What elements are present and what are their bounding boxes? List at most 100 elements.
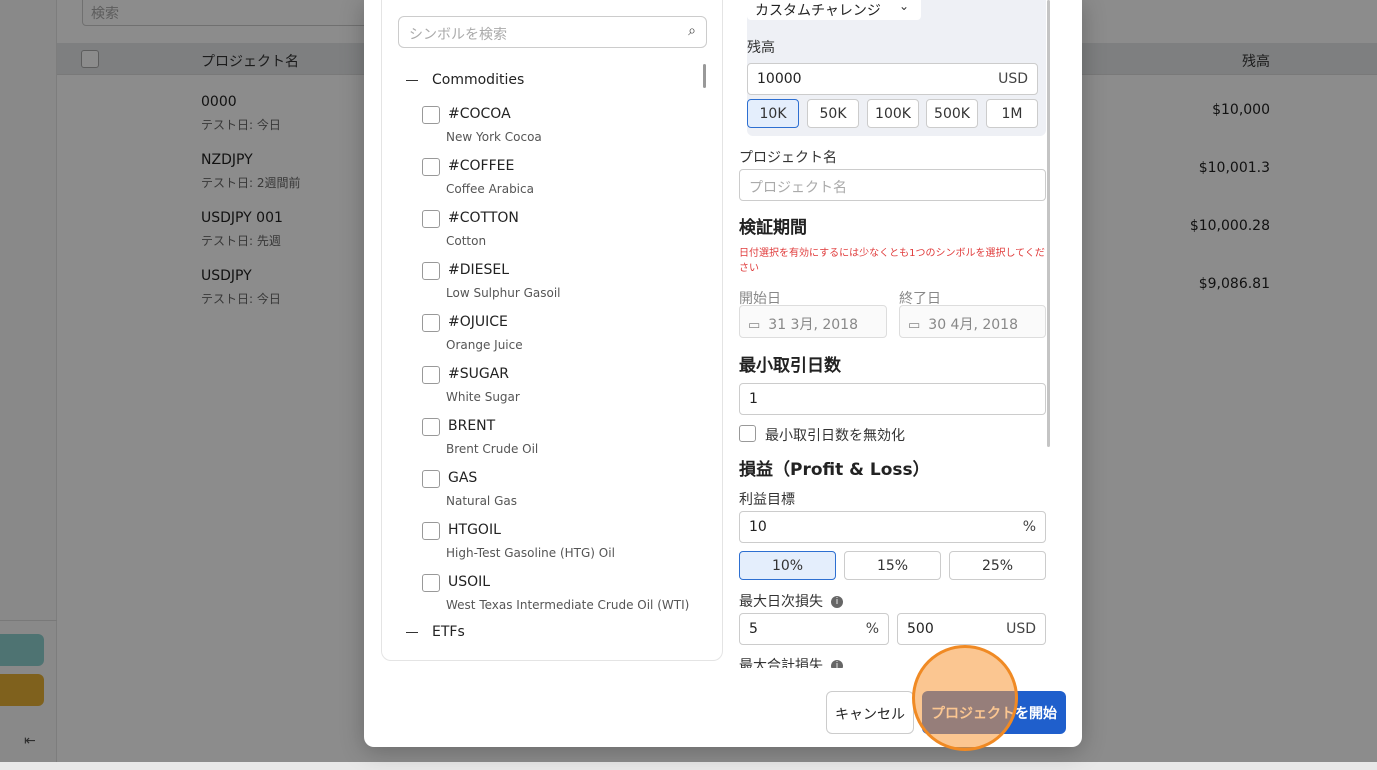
- min-days-input[interactable]: 1: [739, 383, 1046, 415]
- min-days-heading: 最小取引日数: [739, 356, 841, 376]
- disable-min-days-checkbox[interactable]: [739, 425, 756, 442]
- max-daily-loss-usd-input[interactable]: 500 USD: [897, 613, 1046, 645]
- symbol-checkbox[interactable]: [422, 522, 440, 540]
- symbol-code: #COCOA: [448, 106, 511, 122]
- percent-unit: %: [865, 621, 879, 637]
- percent-unit: %: [1022, 519, 1036, 535]
- symbol-checkbox[interactable]: [422, 262, 440, 280]
- symbol-item[interactable]: GAS Natural Gas: [422, 468, 712, 520]
- project-name-label: プロジェクト名: [739, 150, 837, 166]
- symbol-search-placeholder: シンボルを検索: [409, 27, 507, 43]
- symbol-code: #COTTON: [448, 210, 519, 226]
- info-icon[interactable]: i: [831, 660, 843, 668]
- symbol-checkbox[interactable]: [422, 470, 440, 488]
- symbol-panel: シンボルを検索 ⌕ Commodities #COCOA New York Coc…: [381, 0, 723, 661]
- max-daily-loss-usd-value: 500: [907, 621, 934, 637]
- start-date-input[interactable]: ▭ 31 3月, 2018: [739, 305, 887, 338]
- symbol-code: HTGOIL: [448, 522, 501, 538]
- balance-preset-100k[interactable]: 100K: [867, 99, 919, 128]
- symbol-code: #COFFEE: [448, 158, 515, 174]
- project-name-input[interactable]: プロジェクト名: [739, 169, 1046, 201]
- challenge-type-select[interactable]: カスタムチャレンジ ⌄: [747, 0, 921, 20]
- symbol-checkbox[interactable]: [422, 210, 440, 228]
- symbol-item[interactable]: #COCOA New York Cocoa: [422, 104, 712, 156]
- balance-input[interactable]: 10000 USD: [747, 63, 1038, 95]
- symbol-item[interactable]: HTGOIL High-Test Gasoline (HTG) Oil: [422, 520, 712, 572]
- symbol-checkbox[interactable]: [422, 106, 440, 124]
- symbol-description: Brent Crude Oil: [446, 442, 539, 456]
- balance-preset-1m[interactable]: 1M: [986, 99, 1038, 128]
- group-commodities[interactable]: Commodities: [406, 72, 524, 88]
- collapse-icon: [406, 79, 418, 81]
- profit-preset-25[interactable]: 25%: [949, 551, 1046, 580]
- symbol-code: #DIESEL: [448, 262, 510, 278]
- balance-label: 残高: [747, 40, 775, 56]
- end-date-value: 30 4月, 2018: [928, 317, 1018, 333]
- search-icon: ⌕: [688, 23, 696, 39]
- max-total-loss-label: 最大合計損失 i: [739, 655, 843, 668]
- symbol-scrollbar[interactable]: [703, 64, 706, 88]
- symbol-item[interactable]: #OJUICE Orange Juice: [422, 312, 712, 364]
- max-daily-loss-percent-value: 5: [749, 621, 758, 637]
- chevron-down-icon: ⌄: [898, 0, 909, 13]
- group-label: ETFs: [432, 624, 465, 640]
- symbol-code: USOIL: [448, 574, 491, 590]
- period-heading: 検証期間: [739, 218, 807, 238]
- symbol-code: #SUGAR: [448, 366, 510, 382]
- symbol-description: White Sugar: [446, 390, 520, 404]
- symbol-search-input[interactable]: シンボルを検索 ⌕: [398, 16, 707, 48]
- period-warning: 日付選択を有効にするには少なくとも1つのシンボルを選択してください: [739, 248, 1045, 274]
- pl-heading: 損益（Profit & Loss）: [739, 460, 930, 480]
- group-etfs[interactable]: ETFs: [406, 624, 465, 640]
- new-project-modal: シンボルを検索 ⌕ Commodities #COCOA New York Coc…: [364, 0, 1082, 747]
- usd-unit: USD: [1006, 621, 1036, 637]
- challenge-type-value: カスタムチャレンジ: [755, 3, 881, 19]
- profit-target-input[interactable]: 10 %: [739, 511, 1046, 543]
- click-indicator: [912, 645, 1018, 751]
- max-total-loss-text: 最大合計損失: [739, 658, 823, 668]
- project-settings-form: カスタムチャレンジ ⌄ 残高 10000 USD 10K 50K 100K 50…: [739, 0, 1046, 668]
- calendar-icon: ▭: [908, 318, 921, 333]
- symbol-description: Low Sulphur Gasoil: [446, 286, 561, 300]
- symbol-checkbox[interactable]: [422, 158, 440, 176]
- symbol-code: BRENT: [448, 418, 496, 434]
- symbol-item[interactable]: BRENT Brent Crude Oil: [422, 416, 712, 468]
- symbol-checkbox[interactable]: [422, 314, 440, 332]
- calendar-icon: ▭: [748, 318, 761, 333]
- max-daily-loss-percent-input[interactable]: 5 %: [739, 613, 889, 645]
- symbol-item[interactable]: #COTTON Cotton: [422, 208, 712, 260]
- symbol-item[interactable]: #COFFEE Coffee Arabica: [422, 156, 712, 208]
- symbol-checkbox[interactable]: [422, 366, 440, 384]
- symbol-checkbox[interactable]: [422, 574, 440, 592]
- profit-target-label: 利益目標: [739, 492, 795, 508]
- collapse-icon: [406, 631, 418, 633]
- profit-preset-15[interactable]: 15%: [844, 551, 941, 580]
- disable-min-days-label: 最小取引日数を無効化: [765, 428, 905, 444]
- min-days-value: 1: [749, 391, 758, 407]
- start-date-value: 31 3月, 2018: [768, 317, 858, 333]
- symbol-description: New York Cocoa: [446, 130, 542, 144]
- symbol-description: Orange Juice: [446, 338, 523, 352]
- cancel-button[interactable]: キャンセル: [826, 691, 914, 734]
- group-label: Commodities: [432, 72, 525, 88]
- symbol-checkbox[interactable]: [422, 418, 440, 436]
- balance-value: 10000: [757, 71, 802, 87]
- symbol-item[interactable]: #SUGAR White Sugar: [422, 364, 712, 416]
- symbol-code: #OJUICE: [448, 314, 508, 330]
- symbol-description: Cotton: [446, 234, 487, 248]
- end-date-input[interactable]: ▭ 30 4月, 2018: [899, 305, 1046, 338]
- balance-preset-10k[interactable]: 10K: [747, 99, 799, 128]
- symbol-item[interactable]: #DIESEL Low Sulphur Gasoil: [422, 260, 712, 312]
- max-daily-loss-label: 最大日次損失 i: [739, 591, 843, 611]
- form-scrollbar[interactable]: [1047, 0, 1050, 447]
- symbol-description: Coffee Arabica: [446, 182, 534, 196]
- symbol-item[interactable]: USOIL West Texas Intermediate Crude Oil (…: [422, 572, 712, 624]
- max-daily-loss-text: 最大日次損失: [739, 594, 823, 610]
- profit-target-value: 10: [749, 519, 767, 535]
- bottom-bar: [0, 762, 1377, 770]
- symbol-description: High-Test Gasoline (HTG) Oil: [446, 546, 615, 560]
- balance-preset-50k[interactable]: 50K: [807, 99, 859, 128]
- balance-preset-500k[interactable]: 500K: [926, 99, 978, 128]
- profit-preset-10[interactable]: 10%: [739, 551, 836, 580]
- info-icon[interactable]: i: [831, 596, 843, 608]
